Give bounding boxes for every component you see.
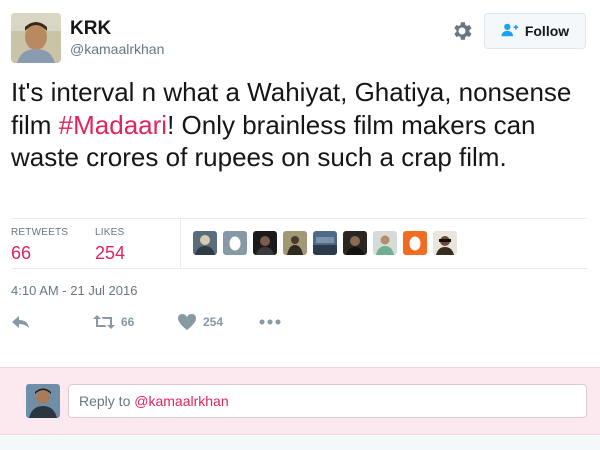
like-count: 254 — [203, 315, 224, 329]
tweet-card: KRK @kamaalrkhan Follow It's interval n … — [0, 0, 600, 367]
more-button[interactable] — [259, 313, 281, 331]
default-egg-avatar[interactable] — [223, 231, 247, 255]
author-avatar[interactable] — [11, 13, 61, 63]
reply-input[interactable]: Reply to @kamaalrkhan — [68, 384, 587, 418]
reply-button[interactable] — [11, 313, 31, 331]
bottom-strip — [0, 436, 600, 450]
retweets-count: 66 — [11, 243, 32, 263]
likers-avatars — [193, 231, 457, 255]
reply-mention: @kamaalrkhan — [134, 393, 229, 409]
retweets-label: RETWEETS — [11, 227, 69, 238]
likes-count: 254 — [95, 243, 126, 263]
reply-placeholder-prefix: Reply to — [79, 393, 135, 409]
liker-avatar-9[interactable] — [433, 231, 457, 255]
liker-avatar-7[interactable] — [373, 231, 397, 255]
author-display-name[interactable]: KRK — [70, 18, 111, 40]
gear-icon[interactable] — [450, 19, 474, 43]
tweet-text: It's interval n what a Wahiyat, Ghatiya,… — [11, 76, 591, 174]
retweets-stat[interactable]: RETWEETS 66 — [11, 227, 68, 264]
likes-label: LIKES — [95, 227, 125, 238]
retweet-button[interactable]: 66 — [93, 313, 134, 331]
author-handle[interactable]: @kamaalrkhan — [70, 41, 164, 57]
reply-icon — [11, 313, 31, 331]
retweet-count: 66 — [121, 315, 135, 329]
heart-icon — [177, 313, 197, 331]
stats-divider — [11, 268, 587, 269]
tweet-timestamp[interactable]: 4:10 AM - 21 Jul 2016 — [11, 283, 137, 298]
likes-stat[interactable]: LIKES 254 — [95, 227, 125, 264]
follow-label: Follow — [524, 23, 570, 39]
more-dots-icon — [259, 313, 281, 331]
reply-composer: Reply to @kamaalrkhan — [0, 367, 600, 435]
stats-divider — [11, 218, 587, 219]
follow-button[interactable]: Follow — [484, 13, 586, 49]
current-user-avatar — [26, 384, 60, 418]
like-button[interactable]: 254 — [177, 313, 223, 331]
stats-separator — [180, 219, 181, 268]
liker-avatar-4[interactable] — [283, 231, 307, 255]
follow-user-icon — [501, 22, 519, 41]
liker-avatar-6[interactable] — [343, 231, 367, 255]
liker-avatar-5[interactable] — [313, 231, 337, 255]
retweet-icon — [93, 313, 115, 331]
default-egg-avatar[interactable] — [403, 231, 427, 255]
liker-avatar-3[interactable] — [253, 231, 277, 255]
hashtag-link[interactable]: #Madaari — [59, 110, 167, 140]
liker-avatar-1[interactable] — [193, 231, 217, 255]
